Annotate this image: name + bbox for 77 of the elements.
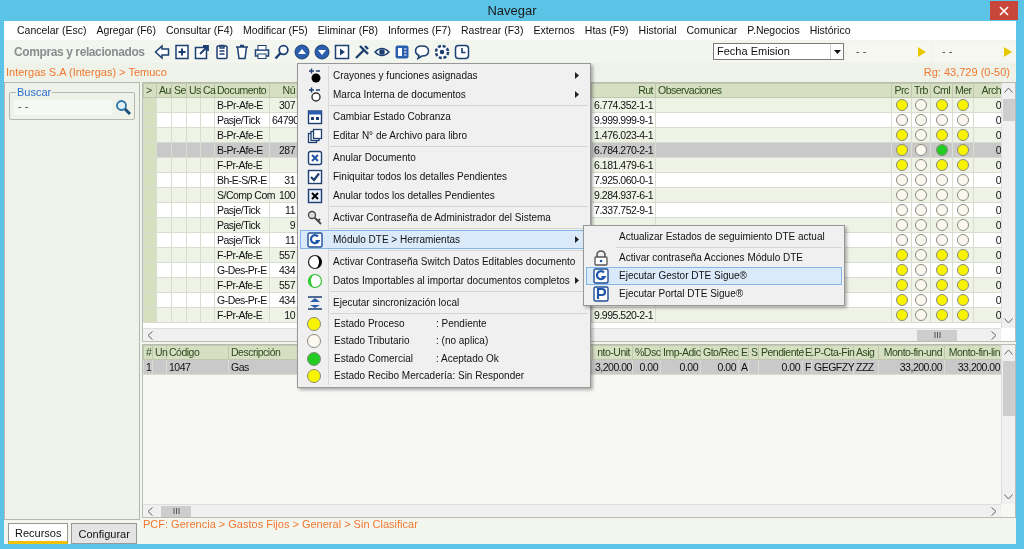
table-cell: 100 — [278, 188, 295, 201]
table-cell: 3,200.00 — [595, 360, 632, 373]
table-cell: Bh-E-S/R-E — [217, 173, 267, 186]
table-cell: Pasje/Tick — [217, 113, 261, 126]
table-cell: Pasje/Tick — [217, 203, 261, 216]
table-cell: 10 — [284, 308, 295, 321]
table-cell: 6.181.479-6-1 — [594, 158, 653, 171]
table-cell: 11 — [285, 203, 295, 216]
table-cell: 0 — [995, 113, 1001, 126]
table-cell: 0 — [995, 98, 1001, 111]
table-cell: 7.925.060-0-1 — [594, 173, 653, 186]
table-cell: 434 — [278, 293, 295, 306]
table-cell: ZZZ — [856, 360, 874, 373]
table-cell: 0 — [995, 128, 1001, 141]
table-cell: 11 — [285, 233, 295, 246]
table-cell: Pasje/Tick — [217, 218, 261, 231]
table-cell: 1.476.023-4-1 — [594, 128, 653, 141]
table-cell: 33,200.00 — [899, 360, 942, 373]
table-cell: 0.00 — [639, 360, 658, 373]
table-cell: 31 — [284, 173, 295, 186]
table-cell: 0 — [995, 263, 1001, 276]
table-cell: 9 — [289, 218, 295, 231]
table-cell: 6.774.352-1-1 — [594, 98, 653, 111]
table-cell: 0 — [995, 173, 1001, 186]
status-label: Estado Proceso — [333, 317, 406, 330]
table-cell: 0 — [995, 308, 1001, 321]
table-cell: 557 — [278, 248, 295, 261]
table-cell: G-Des-Pr-E — [217, 263, 267, 276]
table-cell: F-Pr-Afe-E — [217, 278, 263, 291]
table-cell: 1 — [146, 360, 152, 373]
category-path: PCF: Gerencia > Gastos Fijos > General > Sin Clasificar — [143, 518, 418, 530]
record-count: Rg: 43,729 (0-50) — [923, 65, 1010, 80]
table-cell: G-Des-Pr-E — [217, 293, 267, 306]
table-cell: 0 — [995, 143, 1001, 156]
status-value: : Aceptado Ok — [436, 352, 499, 365]
table-cell: 9.284.937-6-1 — [594, 188, 653, 201]
table-cell: 6.784.270-2-1 — [594, 143, 653, 156]
status-label: Estado Tributario — [333, 335, 411, 348]
table-cell: 9.999.999-9-1 — [594, 113, 653, 126]
status-label: Estado Comercial — [333, 352, 414, 365]
table-cell: 557 — [278, 278, 295, 291]
table-cell: F-Pr-Afe-E — [217, 158, 263, 171]
table-cell: GEGFZY — [814, 360, 855, 373]
table-cell: 0 — [995, 293, 1001, 306]
table-cell: 9.995.520-2-1 — [594, 308, 653, 321]
status-value: : (no aplica) — [436, 335, 489, 348]
table-cell: Pasje/Tick — [217, 233, 261, 246]
table-cell: 0.00 — [679, 360, 698, 373]
table-cell: 0 — [995, 278, 1001, 291]
table-cell: B-Pr-Afe-E — [217, 128, 263, 141]
table-cell: 0 — [995, 248, 1001, 261]
table-cell: S/Comp Com — [217, 188, 275, 201]
table-cell: 287 — [278, 143, 295, 156]
table-cell: 0.00 — [781, 360, 800, 373]
table-cell: 0 — [995, 233, 1001, 246]
table-cell: F — [805, 360, 811, 373]
table-cell: F-Pr-Afe-E — [217, 248, 263, 261]
table-cell: 0 — [995, 218, 1001, 231]
table-cell: A — [741, 360, 748, 373]
table-cell: 1047 — [169, 360, 191, 373]
window-title: Navegar — [487, 2, 537, 19]
table-cell: 0 — [995, 188, 1001, 201]
table-cell: 434 — [278, 263, 295, 276]
table-cell: 0 — [995, 158, 1001, 171]
table-cell: B-Pr-Afe-E — [217, 143, 263, 156]
table-cell: 33,200.00 — [957, 360, 1000, 373]
table-cell: F-Pr-Afe-E — [217, 308, 263, 321]
table-cell: 0.00 — [717, 360, 736, 373]
table-cell: 307 — [278, 98, 295, 111]
breadcrumb: Intergas S.A (Intergas) > Temuco — [6, 65, 167, 80]
status-value: : Sin Responder — [452, 370, 525, 383]
section-title: Compras y relacionados — [14, 43, 145, 60]
table-cell: 0 — [995, 203, 1001, 216]
table-cell: Gas — [231, 360, 249, 373]
status-value: : Pendiente — [436, 317, 487, 330]
table-cell: 7.337.752-9-1 — [594, 203, 653, 216]
table-cell: B-Pr-Afe-E — [217, 98, 263, 111]
